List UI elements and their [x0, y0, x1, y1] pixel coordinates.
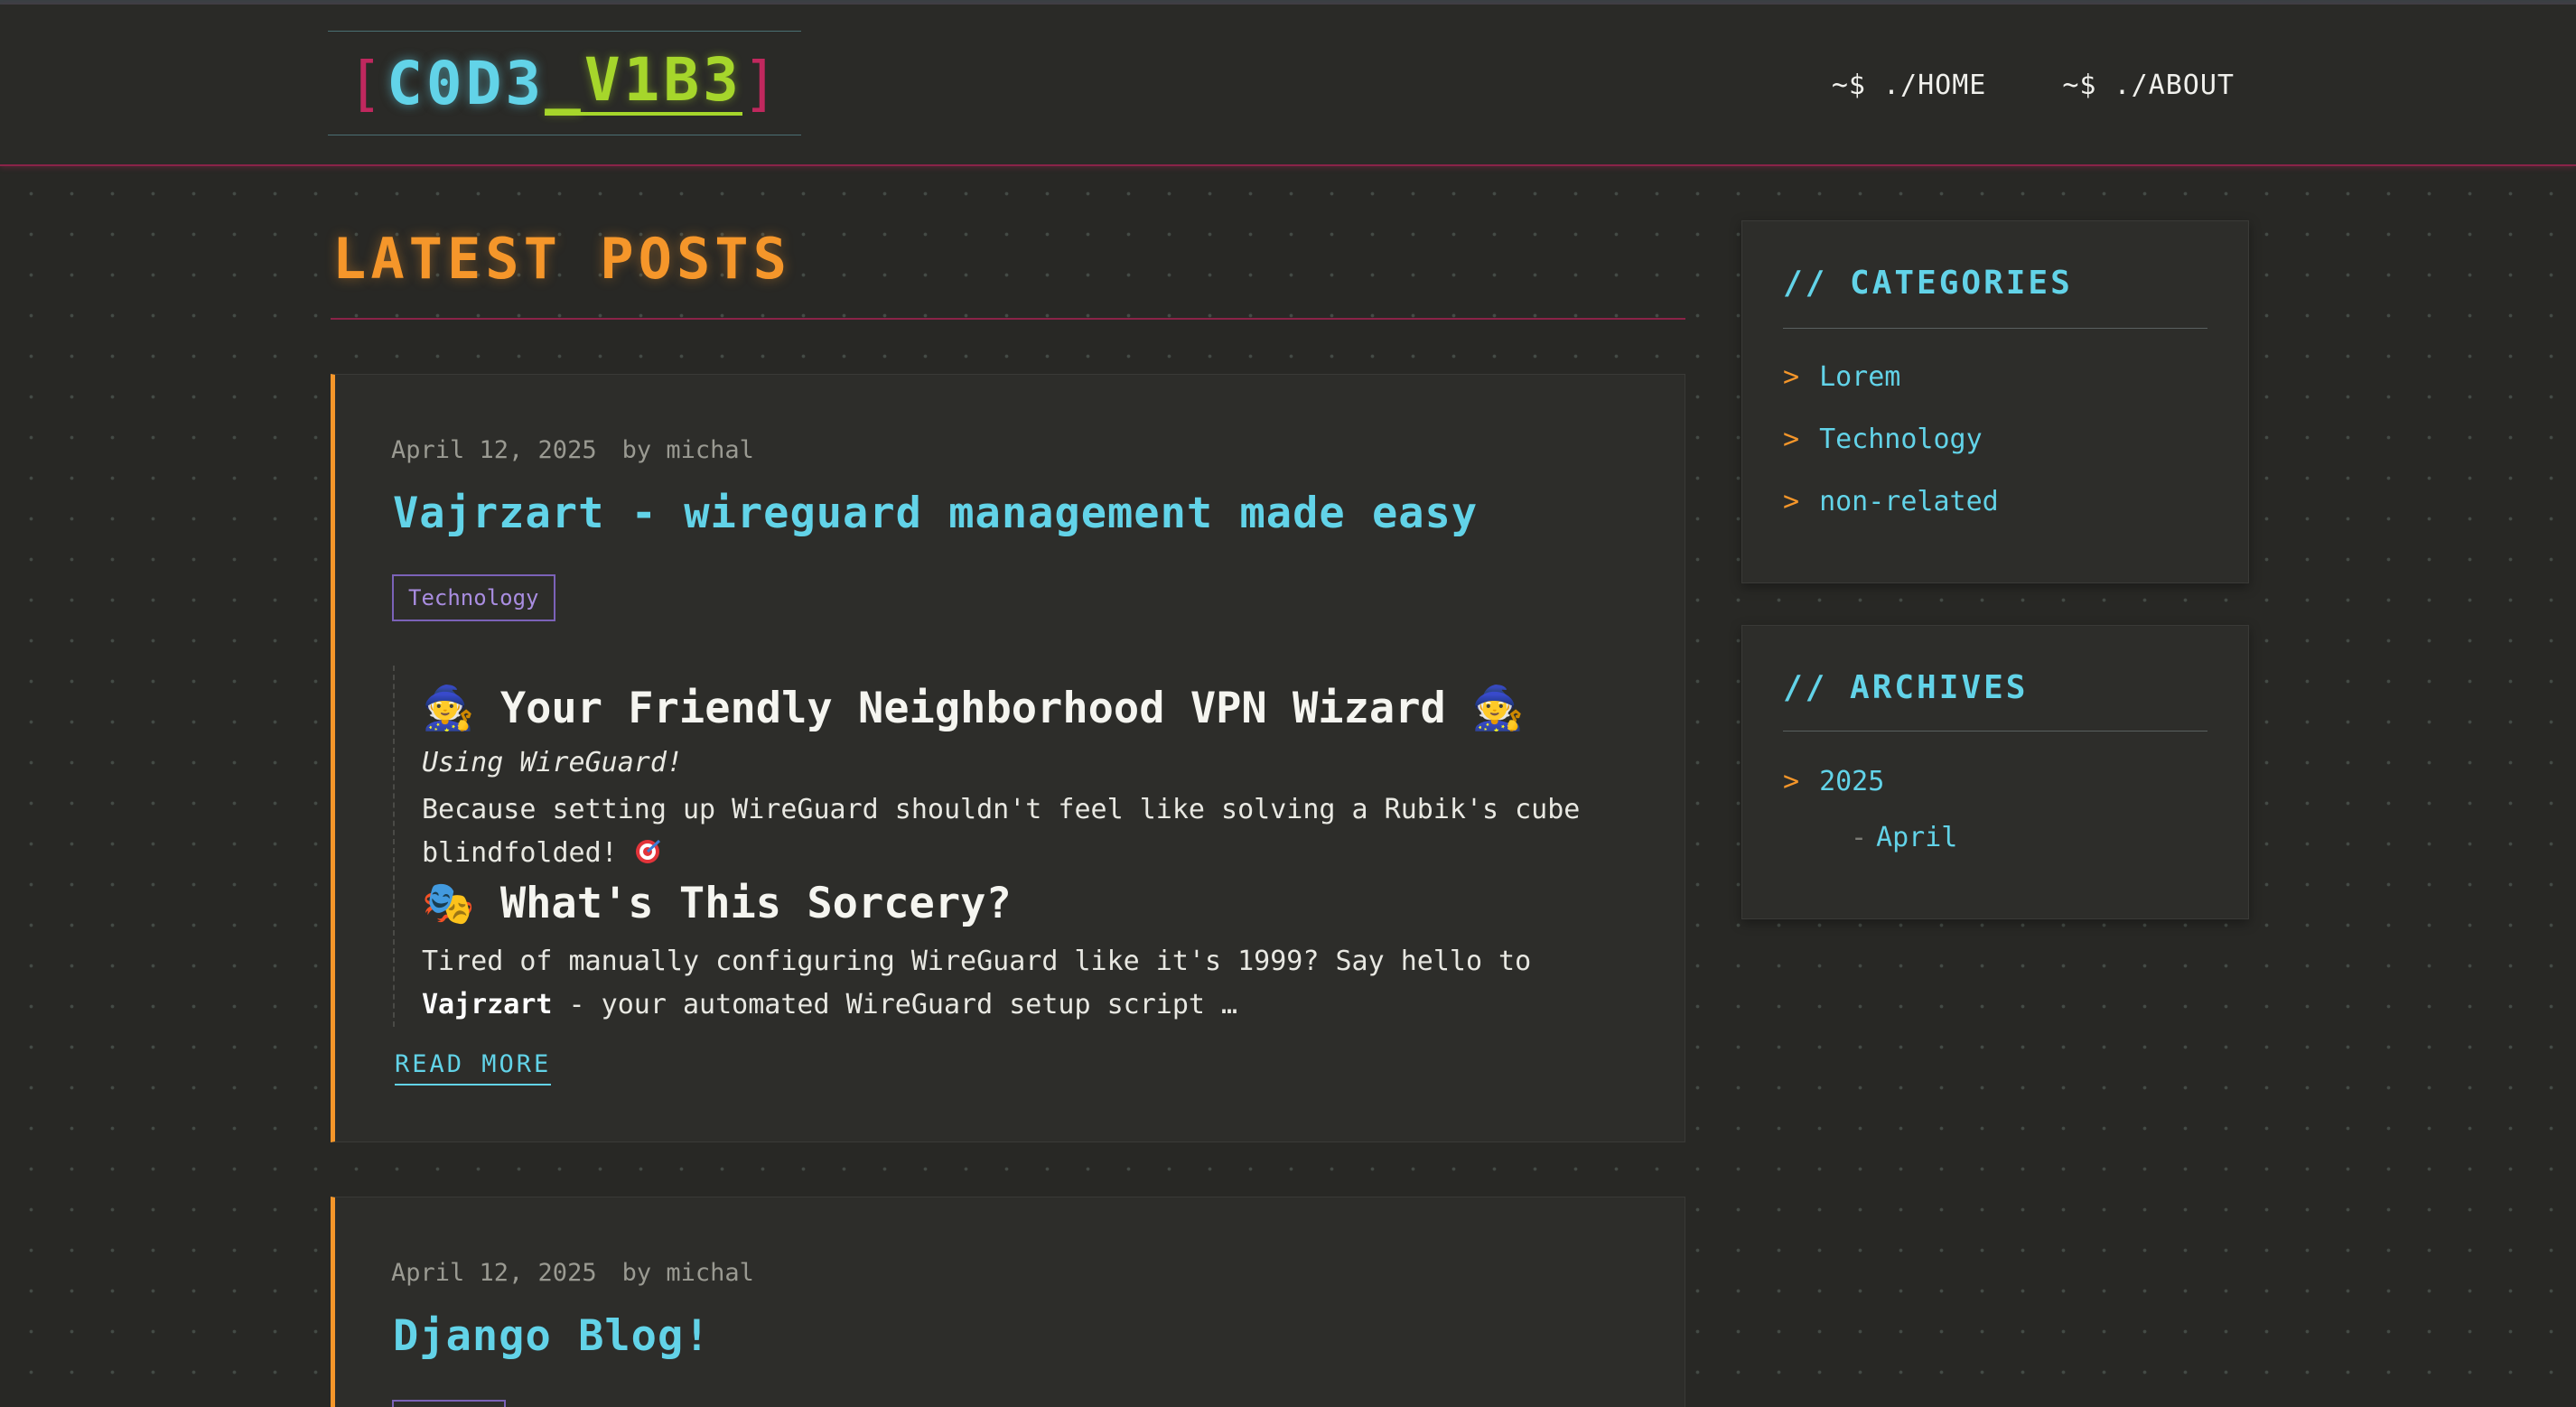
excerpt-paragraph-2-start: Tired of manually configuring WireGuard …: [422, 946, 1532, 977]
archives-widget: // ARCHIVES >2025 - April: [1741, 625, 2249, 919]
post-meta: April 12, 2025 by michal: [391, 1259, 754, 1287]
post-card: April 12, 2025 by michal Django Blog!: [331, 1197, 1685, 1407]
category-label: Lorem: [1819, 361, 1901, 393]
excerpt-paragraph: Because setting up WireGuard shouldn't f…: [422, 788, 1650, 875]
site-header: [ C0D3 _V1B3 ] ~$ ./HOME ~$ ./ABOUT: [0, 5, 2576, 166]
categories-widget: // CATEGORIES > Lorem > Technology > non-re…: [1741, 220, 2249, 583]
caret-icon: >: [1783, 766, 1800, 797]
excerpt-bold-vajrzart: Vajrzart: [422, 989, 553, 1020]
excerpt-heading-vpn-wizard: 🧙 Your Friendly Neighborhood VPN Wizard …: [422, 684, 1525, 733]
category-item-technology[interactable]: > Technology: [1783, 424, 1983, 455]
excerpt-paragraph-2-end: - your automated WireGuard setup script …: [552, 989, 1238, 1020]
main-nav: ~$ ./HOME ~$ ./ABOUT: [1832, 70, 2235, 101]
dash-prefix: -: [1851, 822, 1868, 853]
nav-about-link[interactable]: ~$ ./ABOUT: [2062, 70, 2235, 101]
read-more-link[interactable]: READ MORE: [395, 1050, 552, 1086]
categories-divider: [1783, 328, 2207, 329]
archives-heading: // ARCHIVES: [1783, 669, 2029, 706]
post-title-link[interactable]: Vajrzart - wireguard management made eas…: [393, 489, 1478, 538]
logo-bracket-open: [: [347, 48, 387, 118]
target-emoji-icon: [635, 839, 660, 863]
title-divider: [331, 318, 1685, 320]
page-title: LATEST POSTS: [332, 226, 791, 292]
archive-year-2025[interactable]: >2025: [1783, 766, 1884, 797]
post-card: April 12, 2025 by michal Vajrzart - wireg…: [331, 374, 1685, 1142]
post-excerpt: 🧙 Your Friendly Neighborhood VPN Wizard …: [393, 666, 1641, 1027]
caret-icon: >: [1783, 424, 1800, 455]
excerpt-heading-sorcery: 🎭 What's This Sorcery?: [422, 879, 1012, 928]
logo-text-code: C0D3: [387, 48, 546, 118]
post-date: April 12, 2025: [391, 436, 597, 464]
archive-month-label: April: [1876, 822, 1958, 853]
site-logo[interactable]: [ C0D3 _V1B3 ]: [328, 31, 801, 135]
post-title-link[interactable]: Django Blog!: [393, 1311, 711, 1361]
categories-heading: // CATEGORIES: [1783, 265, 2073, 302]
category-label: Technology: [1819, 424, 1983, 455]
logo-text-vibe: _V1B3: [545, 45, 742, 116]
post-author: by michal: [621, 1259, 754, 1287]
excerpt-subtitle: Using WireGuard!: [422, 747, 683, 778]
logo-bracket-close: ]: [742, 48, 782, 118]
post-author: by michal: [621, 436, 754, 464]
post-category-tag[interactable]: [392, 1400, 506, 1407]
post-category-tag[interactable]: Technology: [392, 574, 555, 621]
post-meta: April 12, 2025 by michal: [391, 436, 754, 464]
nav-home-link[interactable]: ~$ ./HOME: [1832, 70, 1987, 101]
caret-icon: >: [1783, 361, 1800, 393]
post-date: April 12, 2025: [391, 1259, 597, 1287]
caret-icon: >: [1783, 486, 1800, 517]
excerpt-paragraph-text: Because setting up WireGuard shouldn't f…: [422, 794, 1581, 869]
archive-year-label: 2025: [1819, 766, 1885, 797]
category-label: non-related: [1819, 486, 1999, 517]
category-item-lorem[interactable]: > Lorem: [1783, 361, 1900, 393]
category-item-non-related[interactable]: > non-related: [1783, 486, 1999, 517]
archive-month-april[interactable]: - April: [1851, 822, 1957, 853]
excerpt-paragraph-2: Tired of manually configuring WireGuard …: [422, 940, 1650, 1027]
